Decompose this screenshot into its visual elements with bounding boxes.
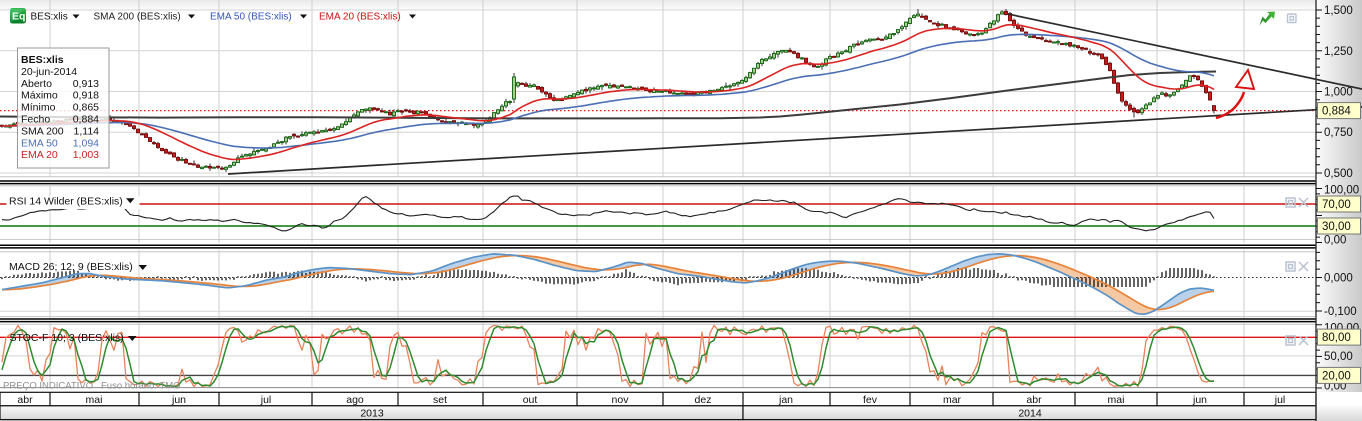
svg-text:EMA 50: EMA 50 (21, 137, 58, 149)
svg-text:0,865: 0,865 (73, 102, 99, 114)
svg-text:STOC-F 10; 3 (BES:xlis): STOC-F 10; 3 (BES:xlis) (10, 332, 124, 344)
svg-text:Aberto: Aberto (21, 78, 52, 90)
svg-text:mai: mai (86, 394, 103, 406)
svg-text:Mínimo: Mínimo (21, 102, 56, 114)
svg-text:out: out (523, 394, 538, 406)
svg-text:PREÇO INDICATIVO Fuso horári: PREÇO INDICATIVO Fuso horário: TMG (3, 381, 181, 392)
svg-text:0,918: 0,918 (73, 90, 99, 102)
svg-text:1,250: 1,250 (1324, 46, 1353, 58)
svg-text:1,000: 1,000 (1324, 87, 1353, 99)
svg-text:50,00: 50,00 (1324, 351, 1353, 363)
svg-text:0,913: 0,913 (73, 78, 99, 90)
svg-text:EMA 20: EMA 20 (21, 149, 58, 161)
svg-text:1,500: 1,500 (1324, 5, 1353, 17)
svg-text:jan: jan (778, 394, 793, 406)
svg-text:0,500: 0,500 (1324, 168, 1353, 180)
svg-text:dez: dez (695, 394, 712, 406)
svg-text:-0,100: -0,100 (1324, 306, 1357, 318)
svg-text:jun: jun (171, 394, 186, 406)
svg-text:RSI 14 Wilder (BES:xlis): RSI 14 Wilder (BES:xlis) (9, 196, 123, 208)
svg-text:BES:xlis: BES:xlis (31, 11, 68, 22)
svg-text:set: set (433, 394, 447, 406)
svg-text:2014: 2014 (1018, 408, 1042, 420)
svg-text:0,884: 0,884 (1322, 106, 1351, 118)
svg-text:2013: 2013 (360, 408, 384, 420)
svg-text:mai: mai (1108, 394, 1125, 406)
svg-text:EMA 20 (BES:xlis): EMA 20 (BES:xlis) (319, 11, 401, 22)
svg-text:80,00: 80,00 (1322, 332, 1351, 344)
svg-text:nov: nov (612, 394, 630, 406)
svg-text:0,000: 0,000 (1324, 273, 1353, 285)
svg-text:jul: jul (1274, 394, 1286, 406)
svg-text:70,00: 70,00 (1322, 199, 1351, 211)
svg-text:mar: mar (943, 394, 962, 406)
svg-text:20,00: 20,00 (1322, 370, 1351, 382)
svg-text:0,750: 0,750 (1324, 127, 1353, 139)
svg-text:abr: abr (17, 394, 33, 406)
svg-text:1,114: 1,114 (74, 125, 100, 137)
svg-text:BES:xlis: BES:xlis (21, 54, 64, 66)
svg-text:jul: jul (260, 394, 272, 406)
svg-text:0,884: 0,884 (73, 114, 99, 126)
svg-text:1,003: 1,003 (73, 149, 99, 161)
svg-text:30,00: 30,00 (1322, 221, 1351, 233)
svg-text:MACD 26; 12; 9 (BES:xlis): MACD 26; 12; 9 (BES:xlis) (9, 261, 133, 273)
svg-text:20-jun-2014: 20-jun-2014 (21, 66, 77, 78)
svg-text:Eq: Eq (12, 11, 25, 23)
svg-text:EMA 50 (BES:xlis): EMA 50 (BES:xlis) (210, 11, 292, 22)
svg-text:jun: jun (1192, 394, 1207, 406)
svg-text:ago: ago (346, 394, 364, 406)
svg-text:SMA 200: SMA 200 (21, 125, 64, 137)
svg-text:fev: fev (863, 394, 878, 406)
svg-text:1,094: 1,094 (73, 137, 99, 149)
svg-text:SMA 200 (BES:xlis): SMA 200 (BES:xlis) (94, 11, 181, 22)
svg-text:Fecho: Fecho (21, 114, 50, 126)
svg-text:abr: abr (1026, 394, 1042, 406)
svg-text:100,00: 100,00 (1324, 185, 1359, 197)
svg-text:0,00: 0,00 (1324, 235, 1346, 247)
svg-text:Máximo: Máximo (21, 90, 58, 102)
